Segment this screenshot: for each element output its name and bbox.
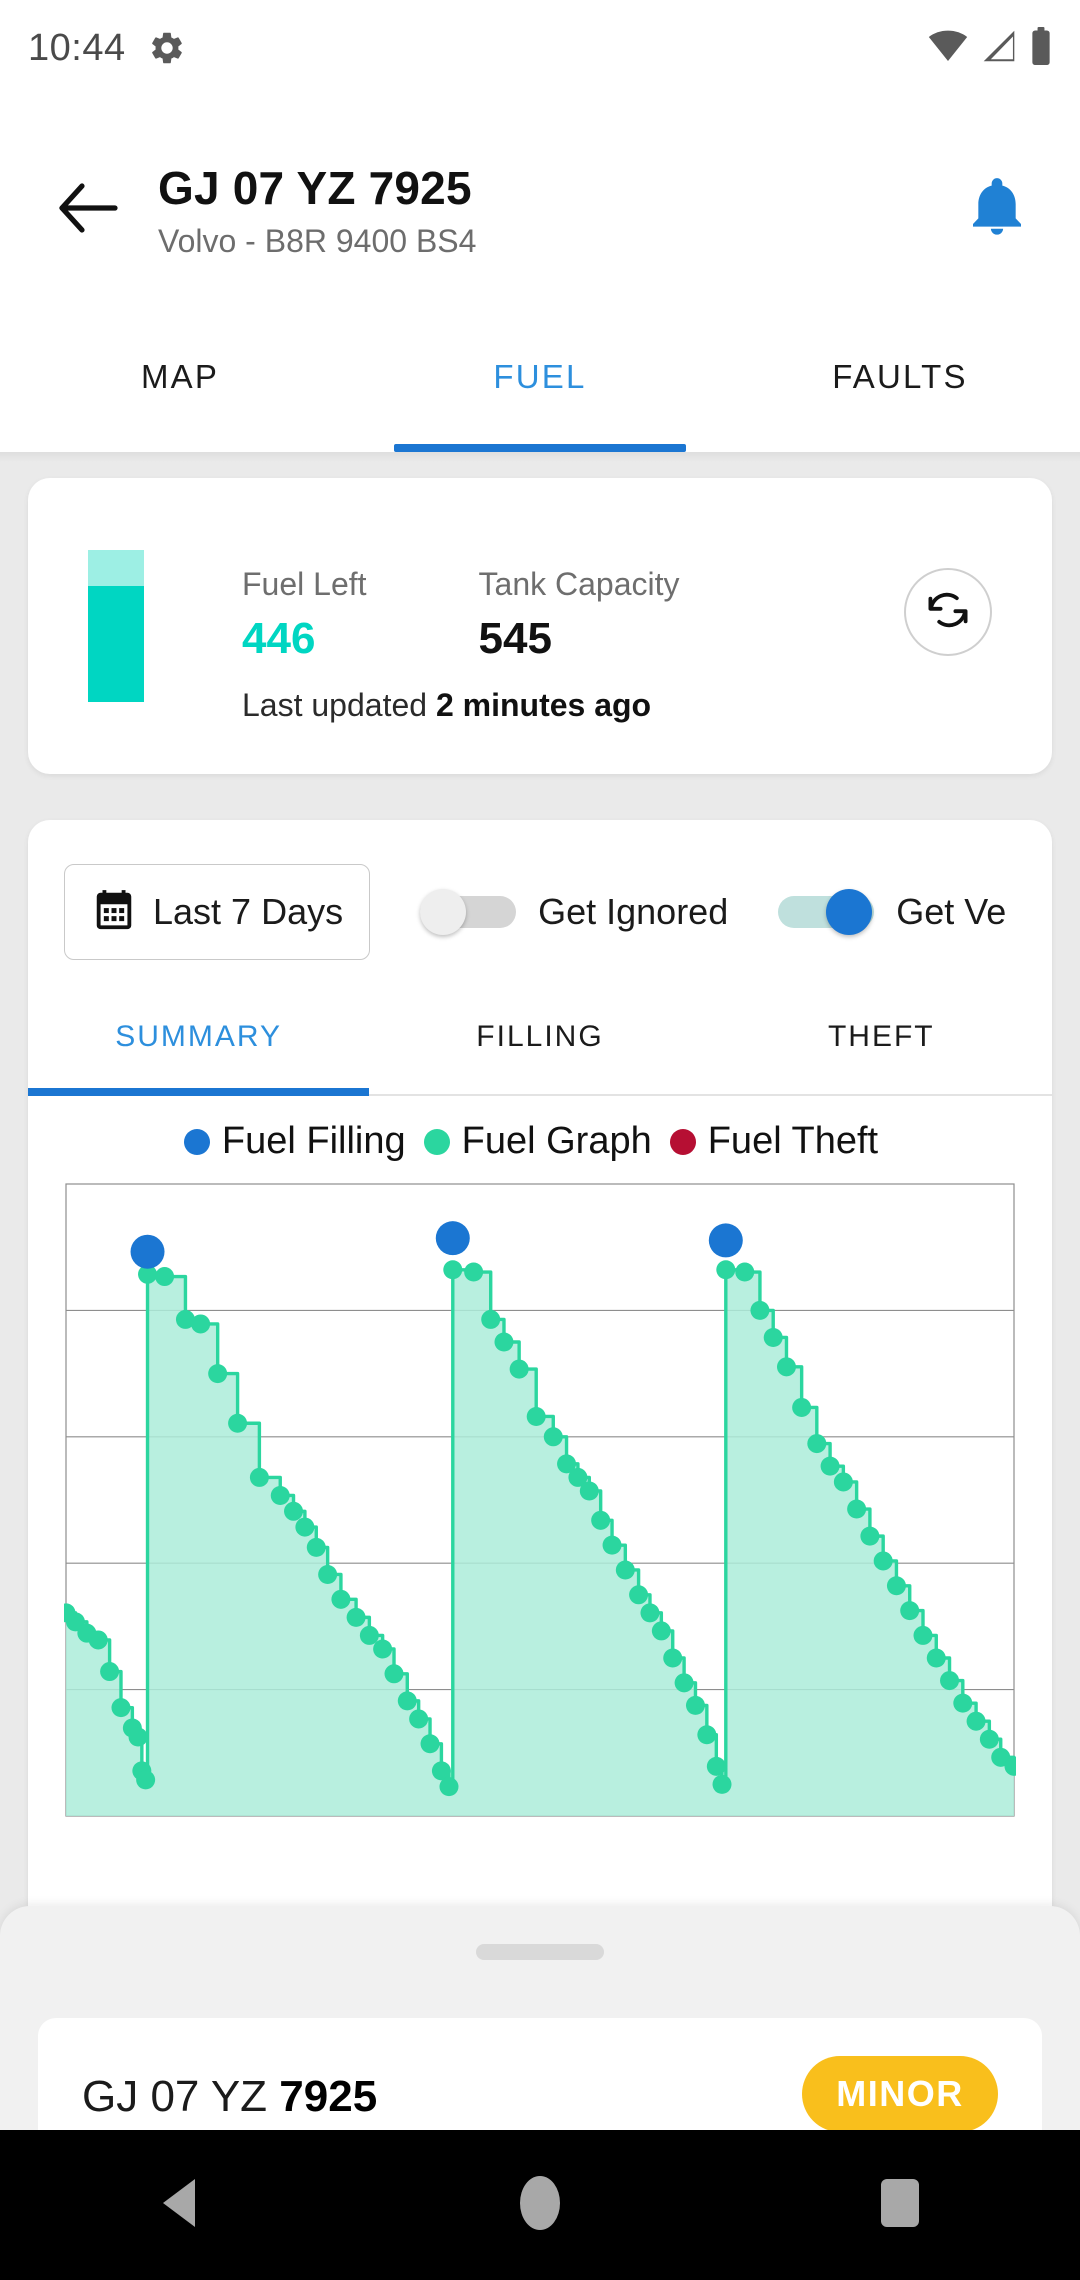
subtab-summary[interactable]: SUMMARY (28, 990, 370, 1096)
status-bar: 10:44 (0, 0, 1080, 96)
tab-faults[interactable]: FAULTS (720, 324, 1080, 452)
subtab-active-indicator (28, 1088, 370, 1096)
get-ignored-label: Get Ignored (538, 891, 729, 932)
battery-icon (1030, 26, 1052, 70)
drag-handle[interactable] (476, 1944, 604, 1960)
tab-map-label: MAP (140, 358, 220, 395)
last-updated: Last updated 2 minutes ago (242, 687, 680, 724)
switch-thumb (826, 889, 873, 935)
fuel-graph-card: Last 7 Days Get Ignored Get Ve SUMMARY F… (28, 820, 1052, 1930)
nav-back-button[interactable] (120, 2130, 240, 2280)
status-time: 10:44 (28, 26, 126, 69)
subtab-theft[interactable]: THEFT (711, 990, 1052, 1094)
fuel-area-chart[interactable] (64, 1182, 1016, 1818)
nav-back-icon (157, 2177, 203, 2234)
legend-item-fuel-theft: Fuel Theft (669, 1120, 879, 1163)
date-range-button[interactable]: Last 7 Days (64, 864, 371, 960)
toggle-get-verified[interactable]: Get Ve (778, 889, 1006, 935)
date-range-label: Last 7 Days (153, 891, 344, 932)
legend-label-fuel-graph: Fuel Graph (461, 1120, 652, 1162)
back-button[interactable] (40, 162, 136, 258)
tab-faults-label: FAULTS (832, 358, 968, 395)
wifi-icon (928, 29, 968, 68)
legend-item-fuel-graph: Fuel Graph (423, 1120, 652, 1163)
refresh-button[interactable] (904, 568, 992, 656)
subtab-filling-label: FILLING (476, 1020, 604, 1053)
sheet-plate-number: 7925 (279, 2072, 378, 2121)
chart-legend: Fuel Filling Fuel Graph Fuel Theft (28, 1120, 1052, 1163)
last-updated-prefix: Last updated (242, 687, 436, 724)
last-updated-value: 2 minutes ago (435, 687, 652, 724)
gear-icon (148, 29, 186, 67)
tab-fuel[interactable]: FUEL (360, 324, 720, 452)
page-title: GJ 07 YZ 7925 (158, 161, 472, 214)
tank-capacity-label: Tank Capacity (478, 566, 680, 602)
status-badge: MINOR (802, 2056, 998, 2132)
tank-capacity-value: 545 (478, 614, 552, 663)
fuel-gauge-empty (88, 550, 144, 586)
subtab-theft-label: THEFT (827, 1020, 935, 1053)
sheet-plate-prefix: GJ 07 YZ (82, 2072, 280, 2121)
switch-thumb (420, 889, 467, 935)
fuel-left-label: Fuel Left (242, 566, 367, 602)
get-verified-label: Get Ve (896, 891, 1007, 932)
sync-refresh-icon (924, 586, 972, 639)
app-screen: 10:44 GJ 07 YZ 7925 Volvo - B8R 9400 BS4… (0, 0, 1080, 2280)
get-ignored-switch[interactable] (420, 889, 517, 935)
subtab-summary-label: SUMMARY (115, 1020, 283, 1053)
tank-capacity-block: Tank Capacity 545 (479, 564, 680, 667)
notifications-button[interactable] (954, 167, 1040, 253)
page-subtitle: Volvo - B8R 9400 BS4 (158, 222, 477, 259)
legend-dot-fuel-filling (183, 1128, 210, 1155)
nav-home-icon (518, 2174, 562, 2237)
app-header: GJ 07 YZ 7925 Volvo - B8R 9400 BS4 (0, 96, 1080, 324)
sheet-vehicle-plate: GJ 07 YZ 7925 (82, 2072, 377, 2122)
legend-label-fuel-filling: Fuel Filling (221, 1120, 406, 1162)
legend-item-fuel-filling: Fuel Filling (183, 1120, 406, 1163)
android-nav-bar (0, 2130, 1080, 2280)
chart-canvas (64, 1183, 1016, 1817)
fuel-stats: Fuel Left 446 Tank Capacity 545 Last upd… (242, 564, 680, 724)
nav-recents-icon (879, 2177, 921, 2234)
fuel-gauge-fill (88, 586, 144, 702)
arrow-left-icon (57, 182, 119, 239)
tab-fuel-label: FUEL (493, 358, 587, 395)
legend-label-fuel-theft: Fuel Theft (707, 1120, 879, 1162)
nav-recents-button[interactable] (840, 2130, 960, 2280)
calendar-icon (91, 887, 137, 938)
legend-dot-fuel-graph (423, 1128, 450, 1155)
fuel-left-block: Fuel Left 446 (242, 564, 367, 667)
nav-home-button[interactable] (480, 2130, 600, 2280)
legend-dot-fuel-theft (669, 1128, 696, 1155)
fuel-left-value: 446 (242, 614, 316, 663)
cellular-signal-icon (980, 29, 1018, 68)
toggle-get-ignored[interactable]: Get Ignored (420, 889, 728, 935)
get-verified-switch[interactable] (778, 889, 875, 935)
filter-row: Last 7 Days Get Ignored Get Ve (64, 860, 1052, 964)
fuel-gauge (88, 550, 144, 702)
tab-map[interactable]: MAP (0, 324, 360, 452)
main-tabs: MAP FUEL FAULTS (0, 324, 1080, 452)
tabs-divider-shadow (0, 452, 1080, 462)
subtab-filling[interactable]: FILLING (369, 990, 710, 1094)
notification-bell-icon (965, 176, 1029, 245)
fuel-summary-card: Fuel Left 446 Tank Capacity 545 Last upd… (28, 478, 1052, 774)
tab-active-indicator (394, 444, 686, 452)
header-titles: GJ 07 YZ 7925 Volvo - B8R 9400 BS4 (158, 160, 476, 261)
graph-subtabs: SUMMARY FILLING THEFT (28, 990, 1052, 1096)
status-icons (928, 26, 1052, 70)
